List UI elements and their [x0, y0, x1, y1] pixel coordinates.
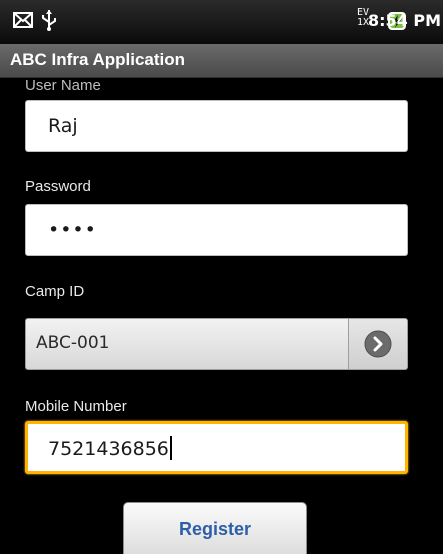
password-value: ••••: [48, 219, 97, 241]
mail-icon: [13, 12, 33, 28]
chevron-right-icon: [364, 330, 392, 358]
mobile-number-value: 7521436856: [48, 438, 169, 460]
app-title-bar: ABC Infra Application: [0, 44, 443, 78]
password-field[interactable]: ••••: [25, 204, 408, 256]
camp-id-dropdown-button[interactable]: [348, 319, 407, 369]
camp-id-spinner[interactable]: ABC-001: [25, 318, 408, 370]
text-cursor: [169, 436, 172, 460]
password-label: Password: [25, 178, 91, 195]
status-bar: EV 1X 8:54 PM: [0, 0, 443, 44]
user-name-label: User Name: [25, 77, 101, 94]
camp-id-value: ABC-001: [36, 333, 110, 353]
clock: 8:54 PM: [368, 11, 442, 30]
app-title: ABC Infra Application: [10, 50, 186, 69]
mobile-number-label: Mobile Number: [25, 398, 127, 415]
usb-icon: [42, 10, 56, 31]
mobile-number-field[interactable]: 7521436856: [25, 421, 408, 474]
mobile-number-value-wrap: 7521436856: [48, 436, 172, 460]
camp-id-label: Camp ID: [25, 283, 85, 300]
register-button[interactable]: Register: [123, 502, 307, 554]
register-button-label: Register: [178, 519, 252, 539]
user-name-field[interactable]: Raj: [25, 100, 408, 152]
user-name-value: Raj: [48, 115, 78, 137]
screen: EV 1X 8:54 PM ABC Infra Application User…: [0, 0, 443, 554]
